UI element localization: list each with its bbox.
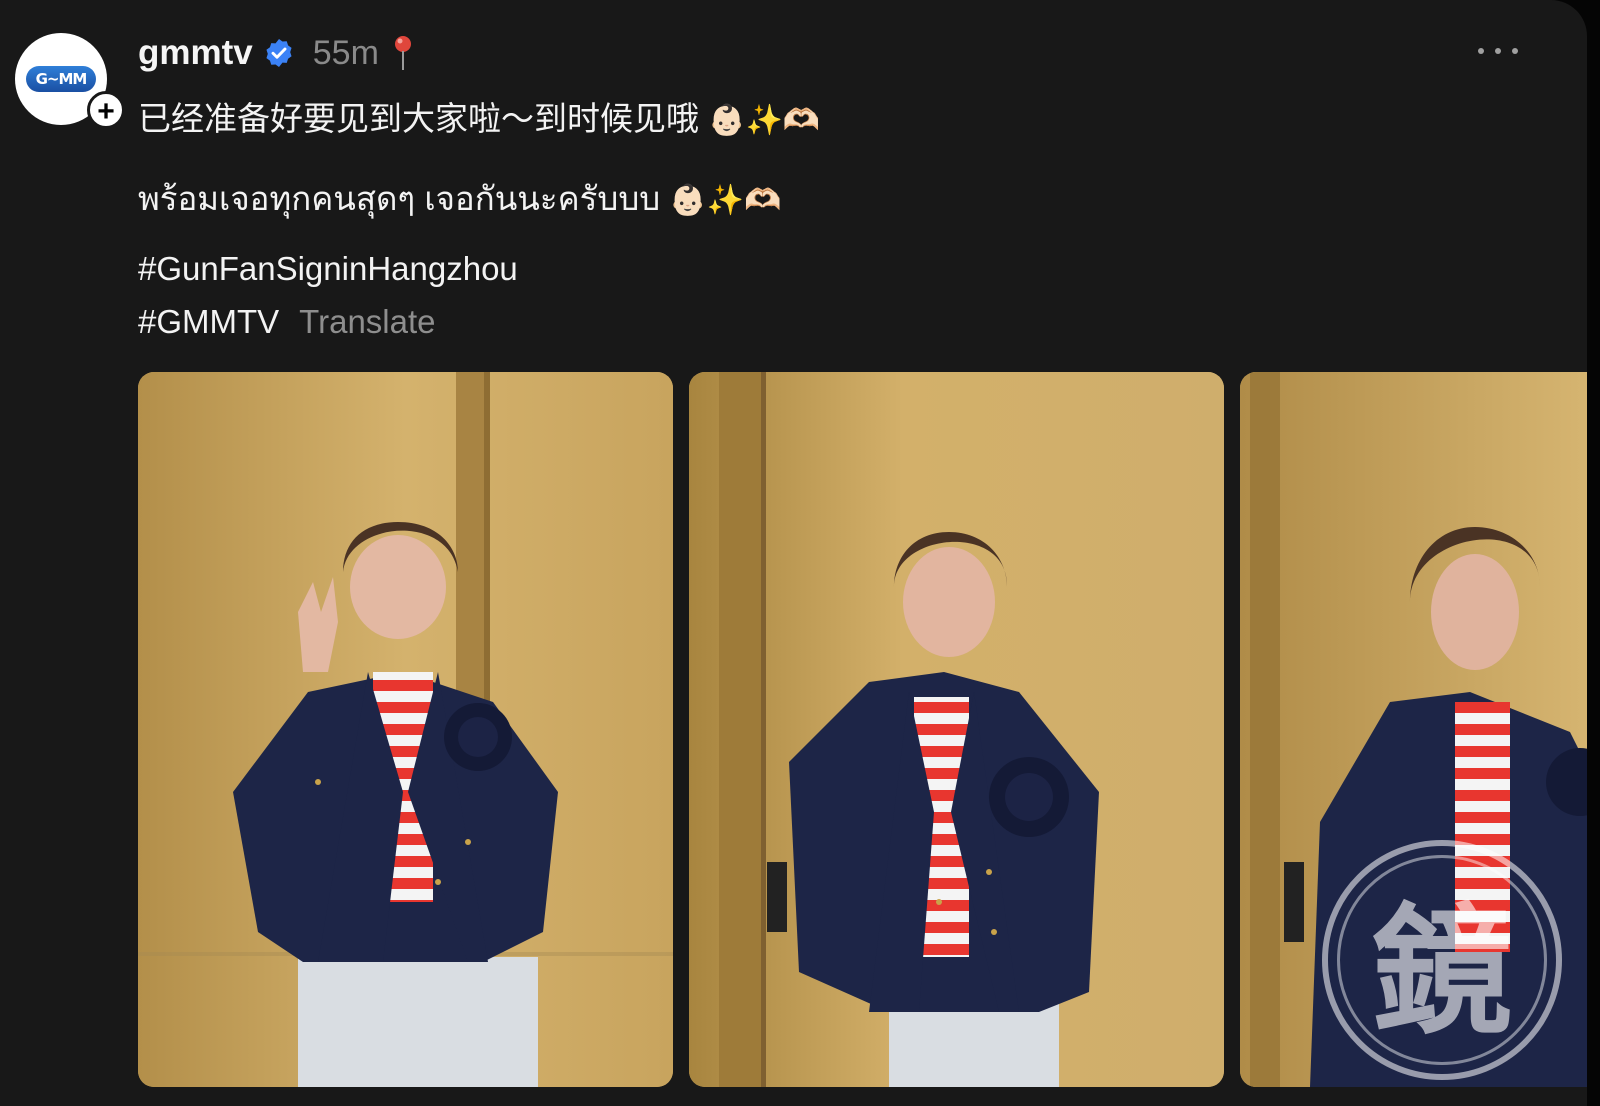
- photo-1-image: [138, 372, 673, 1087]
- post-text-thai: พร้อมเจอทุกคนสุดๆ เจอกันนะครับบบ 👶🏻✨🫶🏻: [138, 172, 781, 225]
- pin-icon: [394, 36, 411, 70]
- emoji-group: 👶🏻✨🫶🏻: [708, 103, 821, 138]
- emoji-group: 👶🏻✨🫶🏻: [669, 183, 782, 218]
- gmmtv-logo: G~MM: [26, 66, 96, 92]
- hashtag-gmmtv[interactable]: #GMMTV: [138, 303, 279, 340]
- more-options-icon[interactable]: [1478, 38, 1518, 64]
- chinese-caption: 已经准备好要见到大家啦～到时候见哦: [138, 100, 699, 137]
- post-photo-2[interactable]: [689, 372, 1224, 1087]
- hashtag-row: #GMMTV Translate: [138, 303, 436, 341]
- post-time: 55m: [312, 33, 379, 72]
- verified-badge-icon: [266, 39, 292, 67]
- follow-plus-icon[interactable]: +: [87, 91, 125, 129]
- username[interactable]: gmmtv: [138, 33, 253, 73]
- hashtag-gunfansigninhangzhou[interactable]: #GunFanSigninHangzhou: [138, 250, 518, 288]
- translate-link[interactable]: Translate: [299, 303, 435, 340]
- post-card: G~MM + gmmtv 55m 已经准备好要见到大家啦～到时候见哦 👶🏻✨🫶🏻…: [0, 0, 1587, 1106]
- photo-2-image: [689, 372, 1224, 1087]
- post-header: gmmtv 55m: [138, 30, 415, 76]
- avatar[interactable]: G~MM +: [15, 33, 125, 129]
- post-text-chinese: 已经准备好要见到大家啦～到时候见哦 👶🏻✨🫶🏻: [138, 92, 820, 140]
- watermark-glyph: 鏡: [1337, 855, 1547, 1065]
- mirror-media-watermark: 鏡: [1322, 840, 1562, 1080]
- post-photo-1[interactable]: [138, 372, 673, 1087]
- thai-caption: พร้อมเจอทุกคนสุดๆ เจอกันนะครับบบ: [138, 180, 661, 217]
